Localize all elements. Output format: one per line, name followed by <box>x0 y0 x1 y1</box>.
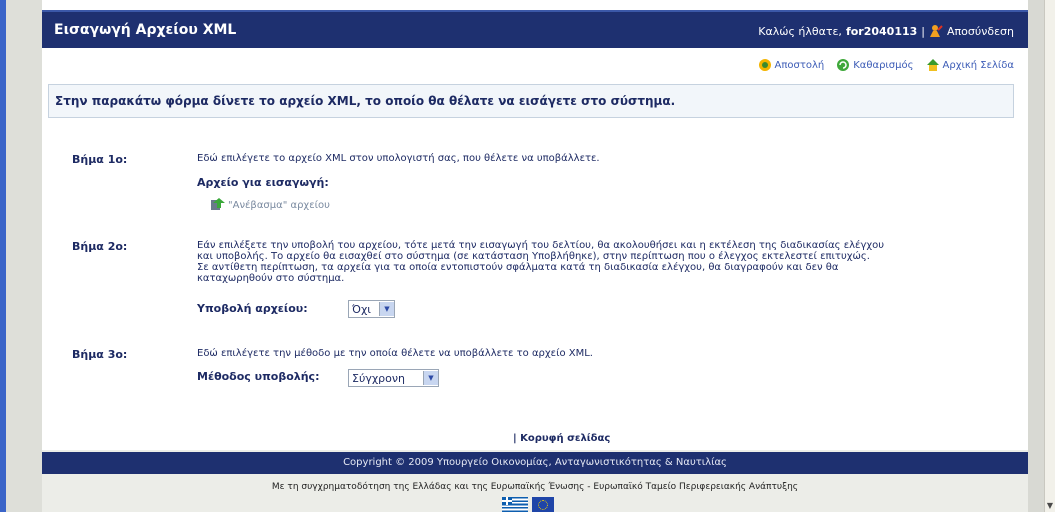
username: for2040113 <box>845 24 918 38</box>
separator: | <box>921 24 926 38</box>
logout-link[interactable]: Αποσύνδεση <box>947 25 1014 38</box>
page-left-margin <box>6 0 42 512</box>
scroll-down-icon[interactable]: ▼ <box>1045 500 1055 512</box>
footer-bar: Copyright © 2009 Υπουργείο Οικονομίας, Α… <box>42 452 1028 474</box>
send-button[interactable]: Αποστολή <box>758 58 825 72</box>
eu-flag-icon <box>532 497 554 512</box>
submit-select-value: Όχι <box>352 302 372 316</box>
method-field-label: Μέθοδος υποβολής: <box>197 370 320 383</box>
welcome-text: Καλώς ήλθατε, <box>758 24 842 38</box>
refresh-icon <box>836 58 850 72</box>
info-box: Στην παρακάτω φόρμα δίνετε το αρχείο XML… <box>48 84 1014 118</box>
logout-icon[interactable] <box>929 24 943 38</box>
back-to-top-link[interactable]: | Κορυφή σελίδας <box>513 433 610 444</box>
step2-text-line4: καταχωρηθούν στο σύστημα. <box>197 273 345 284</box>
upload-file-link[interactable]: "Ανέβασμα" αρχείου <box>210 197 330 214</box>
info-text: Στην παρακάτω φόρμα δίνετε το αρχείο XML… <box>55 94 676 108</box>
home-button[interactable]: Αρχική Σελίδα <box>926 58 1015 72</box>
step2-text-line1: Εάν επιλέξετε την υποβολή του αρχείου, τ… <box>197 240 885 251</box>
page-title: Εισαγωγή Αρχείου XML <box>54 22 237 38</box>
copyright-text: Copyright © 2009 Υπουργείο Οικονομίας, Α… <box>343 457 727 468</box>
home-icon <box>926 58 940 72</box>
send-label: Αποστολή <box>774 59 825 71</box>
submit-field-label: Υποβολή αρχείου: <box>197 302 308 315</box>
chevron-down-icon[interactable]: ▼ <box>379 302 394 316</box>
page: Εισαγωγή Αρχείου XML Καλώς ήλθατε, for20… <box>42 0 1028 512</box>
flags <box>502 497 554 512</box>
file-field-label: Αρχείο για εισαγωγή: <box>197 176 329 189</box>
step2-text: Εάν επιλέξετε την υποβολή του αρχείου, τ… <box>197 240 997 284</box>
page-header: Εισαγωγή Αρχείου XML Καλώς ήλθατε, for20… <box>42 10 1028 48</box>
vertical-scrollbar[interactable] <box>1044 0 1055 512</box>
method-select-value: Σύγχρονη <box>352 371 406 385</box>
send-icon <box>758 58 772 72</box>
greek-flag-icon <box>502 497 528 512</box>
upload-icon <box>210 197 226 214</box>
chevron-down-icon[interactable]: ▼ <box>423 371 438 385</box>
method-select[interactable]: Σύγχρονη ▼ <box>348 369 439 387</box>
submit-select[interactable]: Όχι ▼ <box>348 300 395 318</box>
step2-text-line3: Σε αντίθετη περίπτωση, τα αρχεία για τα … <box>197 262 839 273</box>
step3-text: Εδώ επιλέγετε την μέθοδο με την οποία θέ… <box>197 348 593 359</box>
step2-label: Βήμα 2ο: <box>72 240 128 253</box>
upload-link-text: "Ανέβασμα" αρχείου <box>228 200 330 211</box>
cofunding-text: Με τη συγχρηματοδότηση της Ελλάδας και τ… <box>271 482 799 492</box>
clear-button[interactable]: Καθαρισμός <box>836 58 914 72</box>
step3-label: Βήμα 3ο: <box>72 348 128 361</box>
main-content: Εισαγωγή Αρχείου XML Καλώς ήλθατε, for20… <box>42 0 1028 450</box>
clear-label: Καθαρισμός <box>853 59 914 71</box>
home-label: Αρχική Σελίδα <box>942 59 1015 71</box>
step1-label: Βήμα 1ο: <box>72 153 128 166</box>
page-right-margin <box>1028 0 1044 512</box>
action-toolbar: Αποστολή Καθαρισμός Αρχική Σελίδα <box>758 58 1015 72</box>
user-welcome: Καλώς ήλθατε, for2040113 | Αποσύνδεση <box>758 24 1014 38</box>
step1-text: Εδώ επιλέγετε το αρχείο XML στον υπολογι… <box>197 153 600 164</box>
step2-text-line2: και υποβολής. Το αρχείο θα εισαχθεί στο … <box>197 251 870 262</box>
